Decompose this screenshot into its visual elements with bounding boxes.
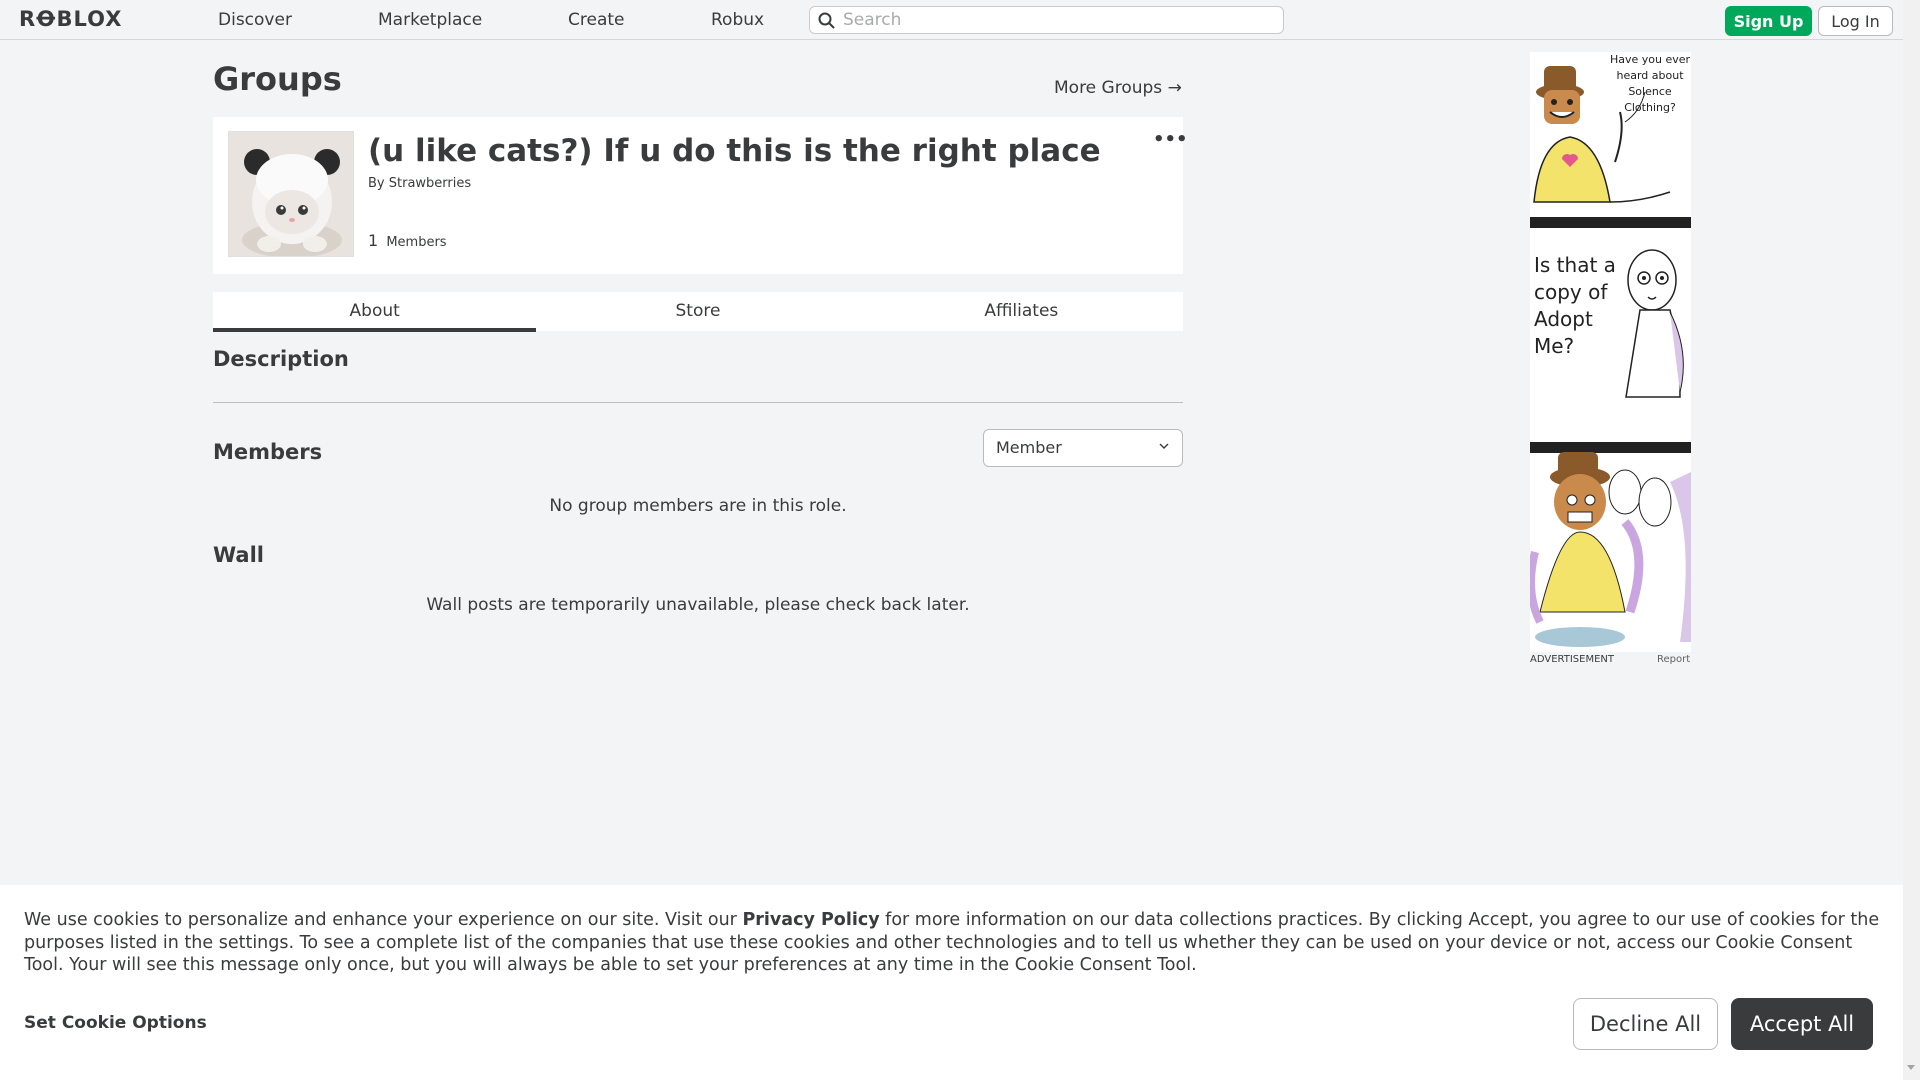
page-scrollbar[interactable] [1903, 0, 1920, 1080]
accept-all-button[interactable]: Accept All [1731, 998, 1873, 1050]
ad-comic-image: Have you ever heard about Solence Clothi… [1530, 52, 1691, 652]
roblox-logo[interactable]: RꝊBLOX [19, 7, 122, 31]
search-box[interactable] [809, 6, 1284, 34]
top-navigation-bar: RꝊBLOX Discover Marketplace Create Robux… [0, 0, 1903, 40]
group-owner-link[interactable]: Strawberries [389, 176, 471, 191]
no-members-message: No group members are in this role. [549, 496, 847, 516]
group-owner-line: By Strawberries [368, 176, 471, 191]
sign-up-button[interactable]: Sign Up [1725, 6, 1812, 36]
cookie-message: We use cookies to personalize and enhanc… [24, 909, 1884, 977]
group-name: (u like cats?) If u do this is the right… [368, 133, 1101, 169]
section-divider [213, 402, 1183, 403]
nav-discover[interactable]: Discover [218, 10, 292, 30]
advertisement-banner[interactable]: Have you ever heard about Solence Clothi… [1530, 52, 1691, 652]
ad-panel-2-caption: Is that a copy of Adopt Me? [1534, 253, 1616, 358]
tab-affiliates[interactable]: Affiliates [860, 292, 1183, 331]
privacy-policy-link[interactable]: Privacy Policy [742, 910, 879, 930]
cat-in-panda-hat-image [229, 132, 353, 256]
tab-store[interactable]: Store [536, 292, 859, 331]
page-title: Groups [213, 60, 342, 98]
tab-about[interactable]: About [213, 292, 537, 332]
members-heading: Members [213, 440, 323, 464]
set-cookie-options-link[interactable]: Set Cookie Options [24, 1013, 207, 1033]
group-member-count: 1 Members [368, 231, 447, 250]
log-in-button[interactable]: Log In [1818, 6, 1893, 36]
ad-panel-1-caption: Have you ever heard about Solence Clothi… [1609, 53, 1691, 114]
nav-marketplace[interactable]: Marketplace [378, 10, 482, 30]
group-header-card: (u like cats?) If u do this is the right… [213, 117, 1188, 274]
wall-heading: Wall [213, 543, 264, 567]
search-icon [818, 12, 835, 29]
nav-create[interactable]: Create [568, 10, 625, 30]
group-emblem-image [228, 131, 354, 257]
by-label: By [368, 176, 385, 191]
wall-unavailable-message: Wall posts are temporarily unavailable, … [426, 595, 970, 615]
member-count-label: Members [386, 235, 447, 250]
role-dropdown[interactable]: Member [983, 429, 1183, 467]
group-options-menu-icon[interactable]: ••• [1153, 129, 1188, 150]
group-tabs: About Store Affiliates [213, 292, 1183, 332]
advertisement-label: ADVERTISEMENT [1530, 654, 1615, 665]
more-groups-link[interactable]: More Groups → [1054, 78, 1182, 98]
chevron-down-icon [1159, 443, 1169, 449]
role-dropdown-value: Member [996, 438, 1062, 457]
nav-robux[interactable]: Robux [711, 10, 764, 30]
search-input[interactable] [843, 10, 1273, 30]
cookie-consent-banner: We use cookies to personalize and enhanc… [0, 885, 1903, 1080]
description-heading: Description [213, 347, 349, 371]
scroll-down-arrow-icon[interactable] [1907, 1065, 1915, 1070]
cookie-text-before: We use cookies to personalize and enhanc… [24, 910, 743, 930]
member-count-value: 1 [368, 231, 379, 250]
decline-all-button[interactable]: Decline All [1573, 998, 1718, 1050]
ad-report-link[interactable]: Report [1657, 654, 1690, 665]
